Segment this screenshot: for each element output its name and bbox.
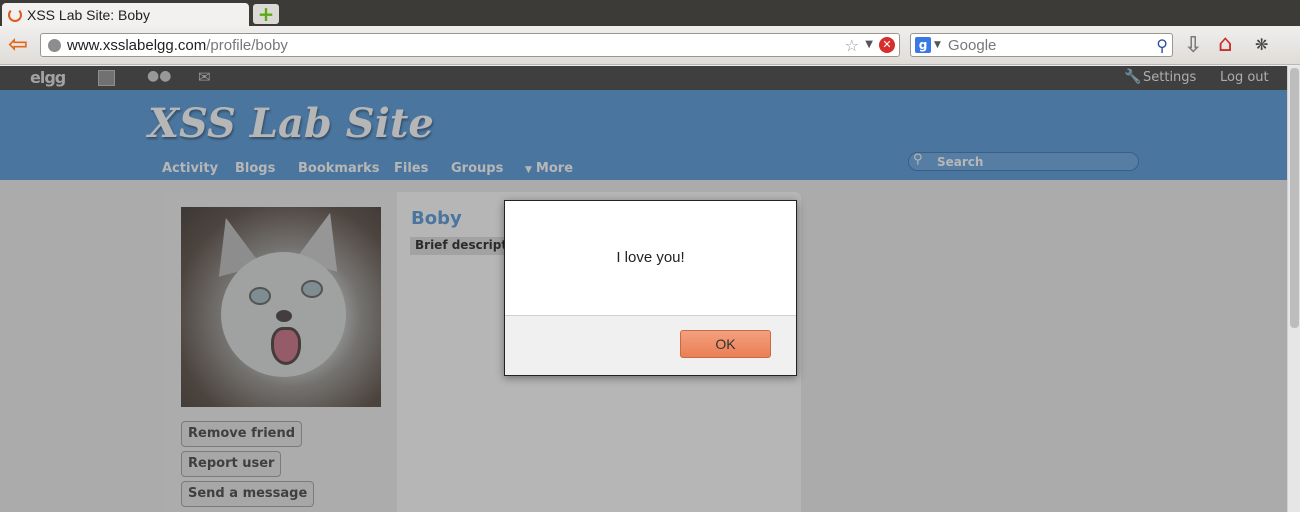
chevron-down-icon[interactable]: ▼ — [865, 39, 873, 50]
ok-button[interactable]: OK — [680, 330, 771, 358]
search-input[interactable]: Google — [948, 37, 996, 54]
browser-navigation-bar: ⇦ www.xsslabelgg.com/profile/boby ☆ ▼ ✕ … — [0, 26, 1300, 65]
new-tab-button[interactable]: + — [253, 4, 279, 24]
tab-title: XSS Lab Site: Boby — [27, 7, 150, 23]
stop-icon[interactable]: ✕ — [879, 37, 895, 53]
url-path: /profile/boby — [206, 37, 288, 54]
download-icon[interactable]: ⇩ — [1184, 33, 1202, 58]
home-icon[interactable]: ⌂ — [1218, 31, 1233, 57]
browser-search-box[interactable]: g ▼ Google ⚲ — [910, 33, 1173, 57]
browser-tab[interactable]: XSS Lab Site: Boby — [2, 3, 249, 27]
globe-icon — [48, 39, 61, 52]
url-text: www.xsslabelgg.com/profile/boby — [67, 37, 288, 54]
search-engine-icon[interactable]: g — [915, 37, 931, 53]
address-bar[interactable]: www.xsslabelgg.com/profile/boby ☆ ▼ ✕ — [40, 33, 900, 57]
page-scrollbar[interactable] — [1287, 66, 1300, 512]
star-icon[interactable]: ☆ — [845, 36, 859, 55]
back-arrow-icon[interactable]: ⇦ — [4, 32, 32, 57]
plus-icon: + — [257, 2, 275, 26]
addon-icon[interactable]: ❋ — [1255, 35, 1268, 54]
scrollbar-thumb[interactable] — [1290, 68, 1299, 328]
url-host: www.xsslabelgg.com — [67, 37, 207, 54]
chevron-down-icon[interactable]: ▼ — [934, 40, 941, 50]
search-icon[interactable]: ⚲ — [1156, 36, 1168, 55]
browser-tab-strip: XSS Lab Site: Boby + — [0, 0, 1300, 27]
alert-footer: OK — [505, 315, 796, 375]
alert-message: I love you! — [616, 249, 685, 266]
loading-icon — [8, 8, 22, 22]
alert-dialog: I love you! OK — [504, 200, 797, 376]
